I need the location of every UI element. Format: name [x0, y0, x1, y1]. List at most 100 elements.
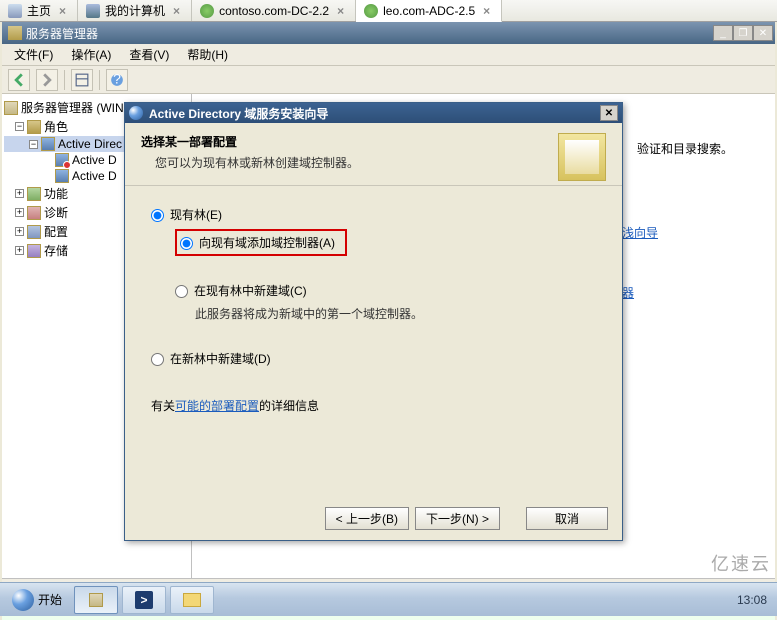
tree-label: 功能 [44, 185, 68, 202]
radio-existing-forest[interactable] [151, 209, 164, 222]
tab-label: 主页 [27, 2, 51, 19]
start-orb-icon [12, 589, 34, 611]
ad-icon [55, 169, 69, 183]
option-add-dc[interactable]: 向现有域添加域控制器(A) [175, 229, 596, 256]
option-new-forest[interactable]: 在新林中新建域(D) [151, 350, 596, 367]
features-icon [27, 187, 41, 201]
cancel-button[interactable]: 取消 [526, 507, 608, 530]
wizard-link[interactable]: 浅向导 [622, 224, 658, 241]
wizard-banner-icon [558, 133, 606, 181]
expand-icon[interactable]: + [15, 189, 24, 198]
svg-text:?: ? [113, 73, 121, 87]
option-label: 向现有域添加域控制器(A) [199, 234, 335, 251]
server-manager-icon [89, 593, 103, 607]
folder-icon [183, 593, 201, 607]
more-info-suffix: 的详细信息 [259, 399, 319, 413]
option-label: 现有林(E) [170, 206, 222, 223]
back-button[interactable]: < 上一步(B) [325, 507, 409, 530]
ad-install-wizard-dialog: Active Directory 域服务安装向导 ✕ 选择某一部署配置 您可以为… [124, 102, 623, 541]
diagnostics-icon [27, 206, 41, 220]
roles-icon [27, 120, 41, 134]
session-tabs: 主页 × 我的计算机 × contoso.com-DC-2.2 × leo.co… [0, 0, 777, 22]
system-tray[interactable]: 13:08 [737, 593, 773, 607]
minimize-button[interactable]: _ [713, 25, 733, 41]
window-title: 服务器管理器 [26, 25, 98, 42]
tree-label: 配置 [44, 223, 68, 240]
menu-help[interactable]: 帮助(H) [179, 44, 236, 65]
separator [99, 70, 100, 90]
dialog-header-title: 选择某一部署配置 [141, 133, 558, 150]
tree-label: Active D [72, 153, 117, 167]
server-manager-icon [4, 101, 18, 115]
expand-icon[interactable]: + [15, 227, 24, 236]
expand-icon[interactable]: + [15, 208, 24, 217]
radio-new-domain-existing[interactable] [175, 285, 188, 298]
dialog-header-subtitle: 您可以为现有林或新林创建域控制器。 [155, 154, 558, 171]
close-icon[interactable]: × [170, 4, 183, 18]
tree-label: 存储 [44, 242, 68, 259]
expand-icon[interactable]: + [15, 246, 24, 255]
server-link[interactable]: 器 [622, 284, 634, 301]
server-icon [364, 4, 378, 18]
configuration-icon [27, 225, 41, 239]
tree-label: Active D [72, 169, 117, 183]
task-powershell[interactable]: > [122, 586, 166, 614]
menu-action[interactable]: 操作(A) [63, 44, 119, 65]
collapse-icon[interactable]: − [29, 140, 38, 149]
dialog-body: 选择某一部署配置 您可以为现有林或新林创建域控制器。 现有林(E) 向现有域添加… [125, 123, 622, 540]
menu-view[interactable]: 查看(V) [121, 44, 177, 65]
taskbar: 开始 > 13:08 [0, 582, 777, 616]
selection-highlight: 向现有域添加域控制器(A) [175, 229, 347, 256]
ad-icon [55, 153, 69, 167]
option-new-domain-existing-forest[interactable]: 在现有林中新建域(C) [175, 282, 596, 299]
tree-label: 诊断 [44, 204, 68, 221]
home-icon [8, 4, 22, 18]
tab-label: contoso.com-DC-2.2 [219, 4, 329, 18]
close-icon[interactable]: × [334, 4, 347, 18]
powershell-icon: > [135, 591, 153, 609]
help-button[interactable]: ? [106, 69, 128, 91]
tab-contoso[interactable]: contoso.com-DC-2.2 × [192, 0, 356, 21]
close-icon[interactable]: × [56, 4, 69, 18]
tab-mycomputer[interactable]: 我的计算机 × [78, 0, 192, 21]
storage-icon [27, 244, 41, 258]
menu-file[interactable]: 文件(F) [6, 44, 61, 65]
tab-label: 我的计算机 [105, 2, 165, 19]
more-info: 有关可能的部署配置的详细信息 [151, 397, 596, 414]
menu-bar: 文件(F) 操作(A) 查看(V) 帮助(H) [2, 44, 775, 66]
clock: 13:08 [737, 593, 767, 607]
next-button[interactable]: 下一步(N) > [415, 507, 500, 530]
more-info-link[interactable]: 可能的部署配置 [175, 399, 259, 413]
dialog-content: 现有林(E) 向现有域添加域控制器(A) 在现有林中新建域(C) 此服务器将成为… [125, 186, 622, 424]
server-icon [200, 4, 214, 18]
start-button[interactable]: 开始 [4, 587, 70, 613]
app-icon [8, 26, 22, 40]
dialog-close-button[interactable]: ✕ [600, 105, 618, 121]
tab-home[interactable]: 主页 × [0, 0, 78, 21]
tree-label: 服务器管理器 (WIN [21, 99, 124, 116]
separator [64, 70, 65, 90]
computer-icon [86, 4, 100, 18]
close-button[interactable]: ✕ [753, 25, 773, 41]
maximize-button[interactable]: ❐ [733, 25, 753, 41]
task-server-manager[interactable] [74, 586, 118, 614]
details-button[interactable] [71, 69, 93, 91]
tab-label: leo.com-ADC-2.5 [383, 4, 475, 18]
option-label: 在现有林中新建域(C) [194, 282, 307, 299]
forward-button[interactable] [36, 69, 58, 91]
close-icon[interactable]: × [480, 4, 493, 18]
option-existing-forest[interactable]: 现有林(E) [151, 206, 596, 223]
option-description: 此服务器将成为新域中的第一个域控制器。 [195, 305, 596, 322]
radio-new-forest[interactable] [151, 353, 164, 366]
start-label: 开始 [38, 591, 62, 608]
toolbar: ? [2, 66, 775, 94]
back-button[interactable] [8, 69, 30, 91]
dialog-titlebar[interactable]: Active Directory 域服务安装向导 ✕ [125, 103, 622, 123]
option-label: 在新林中新建域(D) [170, 350, 271, 367]
dialog-title: Active Directory 域服务安装向导 [149, 105, 328, 122]
task-explorer[interactable] [170, 586, 214, 614]
tab-leo[interactable]: leo.com-ADC-2.5 × [356, 0, 502, 22]
radio-add-dc[interactable] [180, 237, 193, 250]
more-info-prefix: 有关 [151, 399, 175, 413]
collapse-icon[interactable]: − [15, 122, 24, 131]
